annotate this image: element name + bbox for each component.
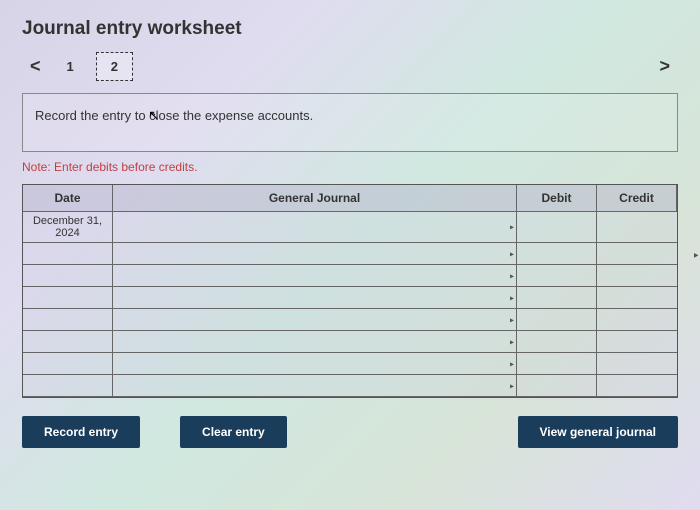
date-cell[interactable] bbox=[23, 265, 113, 287]
date-cell[interactable] bbox=[23, 375, 113, 397]
table-row: ▸▸▸ bbox=[23, 331, 677, 353]
header-credit: Credit bbox=[597, 185, 677, 212]
table-header: Date General Journal Debit Credit bbox=[23, 185, 677, 212]
chevron-down-icon: ▸ bbox=[510, 337, 514, 346]
credit-cell[interactable]: ▸ bbox=[597, 265, 677, 287]
debit-cell[interactable]: ▸ bbox=[517, 212, 597, 243]
debit-cell[interactable]: ▸ bbox=[517, 243, 597, 265]
prev-arrow-icon[interactable]: < bbox=[22, 56, 49, 77]
table-row: ▸▸▸ bbox=[23, 287, 677, 309]
next-arrow-icon[interactable]: > bbox=[651, 56, 678, 77]
chevron-down-icon: ▸ bbox=[510, 293, 514, 302]
credit-cell[interactable]: ▸ bbox=[597, 212, 677, 243]
debit-cell[interactable]: ▸ bbox=[517, 375, 597, 397]
tab-2[interactable]: 2 bbox=[96, 52, 133, 81]
credit-cell[interactable]: ▸ bbox=[597, 287, 677, 309]
chevron-down-icon: ▸ bbox=[510, 381, 514, 390]
debit-cell[interactable]: ▸ bbox=[517, 309, 597, 331]
chevron-down-icon: ▸ bbox=[694, 251, 698, 260]
debit-cell[interactable]: ▸ bbox=[517, 353, 597, 375]
date-cell[interactable] bbox=[23, 243, 113, 265]
chevron-down-icon: ▸ bbox=[510, 315, 514, 324]
chevron-down-icon: ▸ bbox=[510, 223, 514, 232]
chevron-down-icon: ▸ bbox=[510, 271, 514, 280]
clear-entry-button[interactable]: Clear entry bbox=[180, 416, 287, 448]
date-cell[interactable] bbox=[23, 309, 113, 331]
credit-cell[interactable]: ▸ bbox=[597, 331, 677, 353]
credit-cell[interactable]: ▸ bbox=[597, 243, 677, 265]
table-row: ▸▸▸ bbox=[23, 265, 677, 287]
journal-cell[interactable]: ▸ bbox=[113, 375, 517, 397]
journal-cell[interactable]: ▸ bbox=[113, 243, 517, 265]
debit-cell[interactable]: ▸ bbox=[517, 265, 597, 287]
credit-cell[interactable]: ▸ bbox=[597, 309, 677, 331]
tab-1[interactable]: 1 bbox=[53, 53, 88, 80]
credit-cell[interactable]: ▸ bbox=[597, 353, 677, 375]
table-row: ▸▸▸ bbox=[23, 353, 677, 375]
header-journal: General Journal bbox=[113, 185, 517, 212]
tabs-row: < 1 2 > bbox=[22, 52, 678, 81]
journal-cell[interactable]: ▸ bbox=[113, 331, 517, 353]
header-debit: Debit bbox=[517, 185, 597, 212]
date-cell[interactable] bbox=[23, 331, 113, 353]
table-row: December 31, 2024▸▸▸ bbox=[23, 212, 677, 243]
chevron-down-icon: ▸ bbox=[510, 359, 514, 368]
debit-cell[interactable]: ▸ bbox=[517, 331, 597, 353]
date-cell[interactable] bbox=[23, 353, 113, 375]
journal-cell[interactable]: ▸ bbox=[113, 212, 517, 243]
journal-cell[interactable]: ▸ bbox=[113, 309, 517, 331]
page-title: Journal entry worksheet bbox=[22, 18, 678, 40]
buttons-row: Record entry Clear entry View general jo… bbox=[22, 416, 678, 448]
credit-cell[interactable]: ▸ bbox=[597, 375, 677, 397]
chevron-down-icon: ▸ bbox=[510, 249, 514, 258]
instruction-box: Record the entry to close the expense ac… bbox=[22, 93, 678, 152]
header-date: Date bbox=[23, 185, 113, 212]
record-entry-button[interactable]: Record entry bbox=[22, 416, 140, 448]
table-row: ▸▸▸ bbox=[23, 243, 677, 265]
journal-cell[interactable]: ▸ bbox=[113, 353, 517, 375]
table-row: ▸▸▸ bbox=[23, 375, 677, 397]
journal-cell[interactable]: ▸ bbox=[113, 265, 517, 287]
date-cell[interactable]: December 31, 2024 bbox=[23, 212, 113, 243]
table-row: ▸▸▸ bbox=[23, 309, 677, 331]
view-journal-button[interactable]: View general journal bbox=[518, 416, 678, 448]
debit-cell[interactable]: ▸ bbox=[517, 287, 597, 309]
journal-table: Date General Journal Debit Credit Decemb… bbox=[22, 184, 678, 398]
date-cell[interactable] bbox=[23, 287, 113, 309]
journal-cell[interactable]: ▸ bbox=[113, 287, 517, 309]
note-text: Note: Enter debits before credits. bbox=[22, 160, 678, 174]
